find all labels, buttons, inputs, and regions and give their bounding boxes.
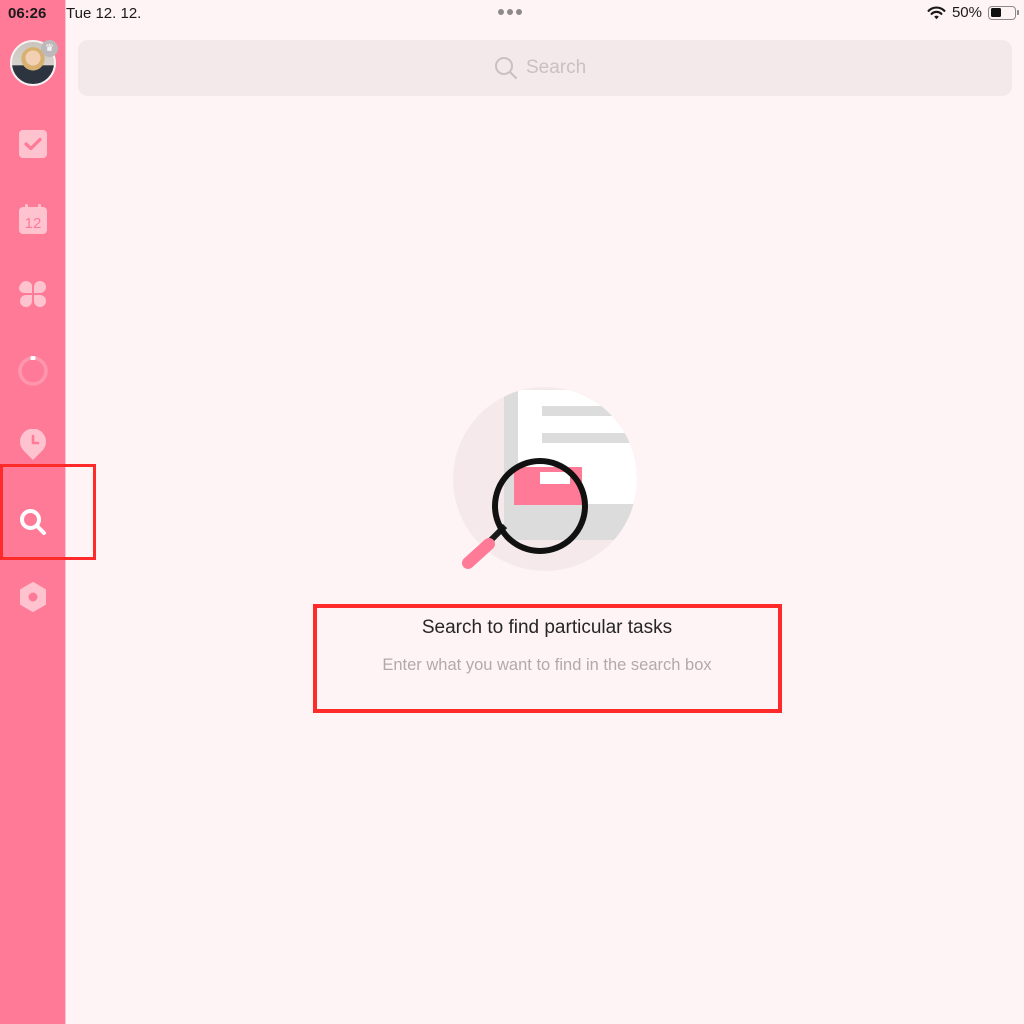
clock-pin-icon: [20, 429, 46, 460]
crown-icon: ♛: [41, 40, 58, 57]
sidebar-item-matrix[interactable]: [0, 266, 66, 322]
status-time: 06:26: [8, 5, 47, 22]
sidebar-item-settings[interactable]: [0, 569, 66, 625]
magnifier-over-document-illustration: [453, 387, 637, 571]
sidebar-item-focus[interactable]: [0, 342, 66, 398]
battery-icon: [988, 5, 1019, 20]
sidebar-item-search[interactable]: [0, 494, 66, 550]
sidebar-item-tasks[interactable]: [0, 116, 66, 172]
battery-percent: 50%: [951, 4, 982, 21]
empty-state-subtitle: Enter what you want to find in the searc…: [382, 656, 712, 674]
empty-state-title: Search to find particular tasks: [421, 617, 673, 638]
settings-hexagon-icon: [20, 582, 46, 612]
calendar-icon: 12: [19, 204, 47, 234]
four-leaf-icon: [19, 281, 46, 307]
sidebar-item-calendar[interactable]: 12: [0, 191, 66, 247]
status-bar: 06:26 Tue 12. 12. 50%: [0, 0, 1024, 26]
checkbox-icon: [19, 130, 47, 158]
calendar-day: 12: [25, 215, 42, 232]
search-icon: [20, 509, 46, 535]
wifi-icon: [927, 6, 946, 19]
search-icon: [495, 57, 517, 79]
sidebar-item-habit[interactable]: [0, 417, 66, 473]
search-field[interactable]: [78, 40, 1012, 96]
multitasking-ellipsis-icon[interactable]: [498, 9, 522, 15]
status-right: 50%: [927, 4, 1019, 21]
search-input[interactable]: [526, 57, 596, 79]
pomodoro-ring-icon: [18, 356, 48, 386]
status-date: Tue 12. 12.: [66, 5, 142, 22]
